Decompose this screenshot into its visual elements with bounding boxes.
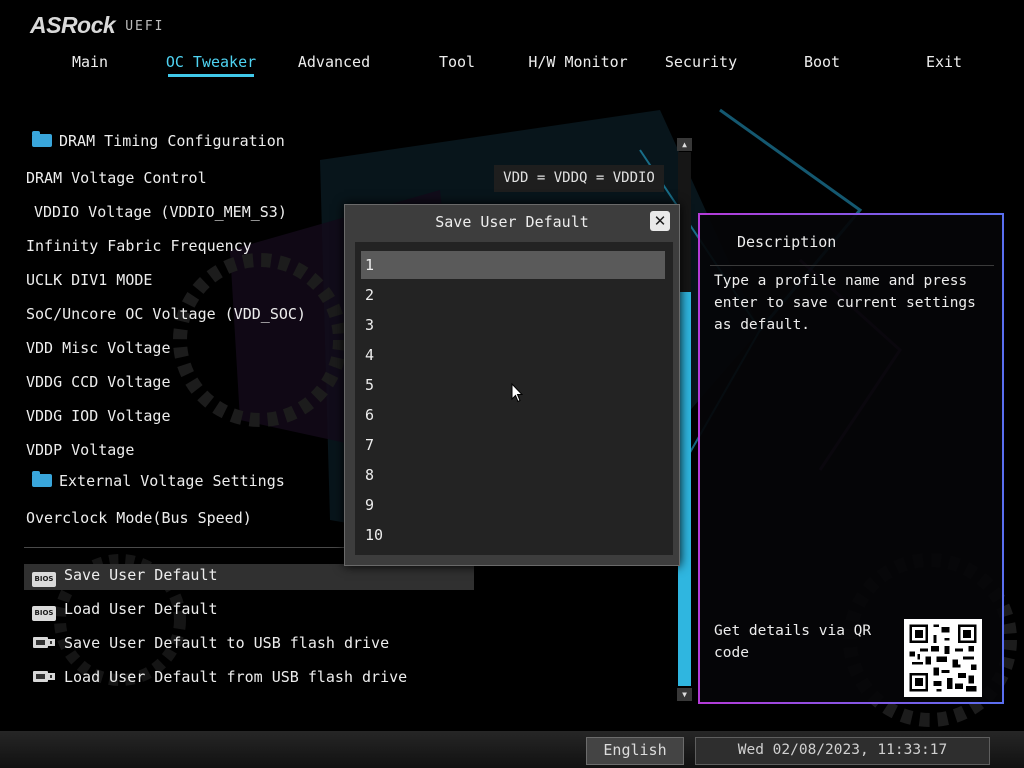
folder-icon [32, 131, 52, 147]
tab-oc-tweaker[interactable]: OC Tweaker [156, 52, 266, 77]
item-label: DRAM Voltage Control [26, 169, 207, 187]
tab-label: Security [664, 53, 738, 71]
dram-voltage-control-value[interactable]: VDD = VDDQ = VDDIO [494, 165, 664, 192]
profile-option-10[interactable]: 10 [361, 521, 665, 549]
vddg-iod-voltage-item[interactable]: VDDG IOD Voltage [26, 406, 171, 426]
infinity-fabric-frequency-item[interactable]: Infinity Fabric Frequency [26, 236, 252, 256]
dialog-title: Save User Default [435, 213, 589, 231]
item-label: Save User Default [64, 566, 218, 584]
vddio-voltage-item[interactable]: VDDIO Voltage (VDDIO_MEM_S3) [34, 202, 287, 222]
active-tab-underline [168, 74, 254, 77]
tab-label: Exit [925, 53, 963, 71]
dram-voltage-control-item[interactable]: DRAM Voltage Control [26, 168, 207, 188]
tab-label: Advanced [297, 53, 371, 71]
close-icon[interactable]: ✕ [650, 211, 670, 231]
section-divider [24, 547, 344, 548]
description-text: Type a profile name and press enter to s… [714, 273, 976, 333]
tab-main[interactable]: Main [35, 52, 145, 74]
tab-security[interactable]: Security [646, 52, 756, 74]
tab-label: Tool [438, 53, 476, 71]
tab-tool[interactable]: Tool [402, 52, 512, 74]
tab-exit[interactable]: Exit [889, 52, 999, 74]
description-title: Description [737, 233, 837, 251]
item-label: Load User Default [64, 600, 218, 618]
external-voltage-settings-item[interactable]: External Voltage Settings [32, 471, 285, 491]
load-user-default-item[interactable]: BIOS Load User Default [32, 599, 218, 621]
vddp-voltage-item[interactable]: VDDP Voltage [26, 440, 134, 460]
item-label: Overclock Mode(Bus Speed) [26, 509, 252, 527]
vdd-misc-voltage-item[interactable]: VDD Misc Voltage [26, 338, 171, 358]
asrock-logo: ASRock UEFI [30, 12, 165, 39]
uclk-div1-mode-item[interactable]: UCLK DIV1 MODE [26, 270, 152, 290]
profile-option-3[interactable]: 3 [361, 311, 665, 339]
item-label: External Voltage Settings [59, 472, 285, 490]
profile-option-1[interactable]: 1 [361, 251, 665, 279]
soc-uncore-oc-voltage-item[interactable]: SoC/Uncore OC Voltage (VDD_SOC) [26, 304, 306, 324]
dram-timing-configuration-item[interactable]: DRAM Timing Configuration [32, 131, 285, 151]
profile-option-7[interactable]: 7 [361, 431, 665, 459]
folder-icon [32, 471, 52, 487]
item-label: SoC/Uncore OC Voltage (VDD_SOC) [26, 305, 306, 323]
qr-caption: Get details via QR code [714, 623, 872, 661]
language-button[interactable]: English [586, 737, 684, 765]
scroll-up-icon[interactable]: ▲ [677, 138, 692, 151]
usb-drive-icon [33, 671, 55, 682]
tab-hw-monitor[interactable]: H/W Monitor [523, 52, 633, 74]
bios-chip-icon: BIOS [32, 606, 56, 621]
profile-option-6[interactable]: 6 [361, 401, 665, 429]
item-label: VDDG IOD Voltage [26, 407, 171, 425]
save-user-default-usb-item[interactable]: Save User Default to USB flash drive [32, 633, 389, 653]
usb-drive-icon [33, 637, 55, 648]
datetime-display: Wed 02/08/2023, 11:33:17 [695, 737, 990, 765]
scroll-down-icon[interactable]: ▼ [677, 688, 692, 701]
tab-label: Main [71, 53, 109, 71]
overclock-mode-item[interactable]: Overclock Mode(Bus Speed) [26, 508, 252, 528]
profile-option-2[interactable]: 2 [361, 281, 665, 309]
mouse-cursor-icon [511, 383, 523, 403]
description-divider [710, 265, 994, 266]
item-label: VDDP Voltage [26, 441, 135, 459]
profile-option-9[interactable]: 9 [361, 491, 665, 519]
tab-label: Boot [803, 53, 841, 71]
bios-chip-icon: BIOS [32, 572, 56, 587]
vddg-ccd-voltage-item[interactable]: VDDG CCD Voltage [26, 372, 171, 392]
item-label: DRAM Timing Configuration [59, 132, 285, 150]
item-label: Load User Default from USB flash drive [64, 668, 408, 686]
profile-option-8[interactable]: 8 [361, 461, 665, 489]
item-label: VDD Misc Voltage [26, 339, 171, 357]
brand-name: ASRock [30, 12, 116, 38]
brand-subtitle: UEFI [125, 19, 165, 34]
qr-code-icon [904, 619, 982, 697]
item-label: Infinity Fabric Frequency [26, 237, 252, 255]
load-user-default-usb-item[interactable]: Load User Default from USB flash drive [32, 667, 407, 687]
tab-label: OC Tweaker [165, 53, 257, 71]
item-label: VDDIO Voltage (VDDIO_MEM_S3) [34, 203, 287, 221]
item-label: Save User Default to USB flash drive [64, 634, 390, 652]
tab-advanced[interactable]: Advanced [279, 52, 389, 74]
description-panel: Description Type a profile name and pres… [698, 213, 1004, 704]
save-user-default-item[interactable]: BIOS Save User Default [32, 565, 218, 587]
profile-option-4[interactable]: 4 [361, 341, 665, 369]
tab-boot[interactable]: Boot [767, 52, 877, 74]
item-label: UCLK DIV1 MODE [26, 271, 153, 289]
tab-label: H/W Monitor [528, 53, 628, 71]
item-label: VDDG CCD Voltage [26, 373, 171, 391]
